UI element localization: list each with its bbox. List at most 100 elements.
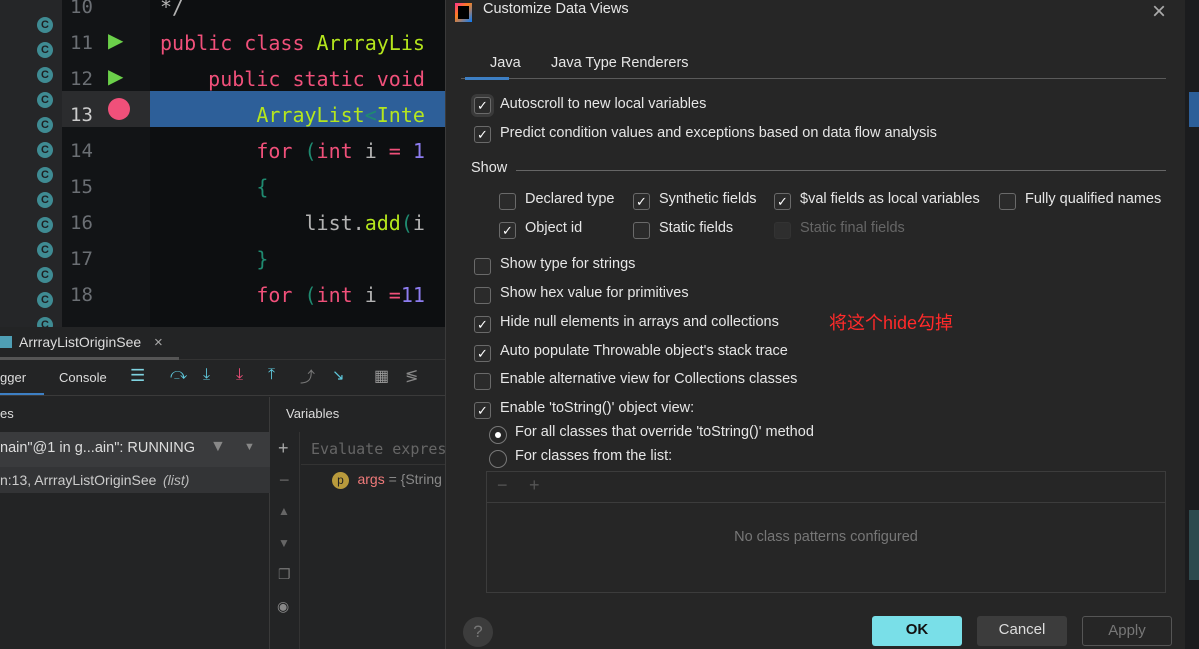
close-icon[interactable]: × [154,334,163,351]
show-checkbox[interactable] [999,193,1016,210]
dialog-title: Customize Data Views [483,1,629,17]
watch-icon[interactable]: ◉ [277,598,289,615]
show-checkbox[interactable] [499,193,516,210]
show-checkbox[interactable] [633,222,650,239]
option-label: Hide null elements in arrays and collect… [500,314,779,330]
tab-debugger[interactable]: gger [0,370,26,385]
class-icon[interactable]: C [37,167,53,183]
up-icon[interactable]: ▲ [278,504,290,518]
option-checkbox[interactable]: ✓ [474,402,491,419]
class-icon[interactable]: C [37,217,53,233]
layout-icon[interactable]: ☰ [130,366,145,386]
option-checkbox[interactable] [474,258,491,275]
code-line[interactable]: ArrayList<Inte [160,103,445,127]
class-icon[interactable]: C [37,292,53,308]
code-token: for [160,139,305,163]
breakpoint-icon[interactable] [108,98,130,120]
show-label: Object id [525,220,583,236]
thread-selector[interactable]: nain"@1 in g...ain": RUNNING ▼ ▼ [0,432,270,467]
code-line[interactable]: for (int i = 1 [160,139,445,163]
step-into-icon[interactable]: ⤓ [203,366,210,384]
remove-icon[interactable]: − [497,475,508,496]
code-token: 11 [400,283,425,307]
code-token: = [376,139,413,163]
run-icon[interactable]: ▶ [108,28,123,53]
class-icon[interactable]: C [37,142,53,158]
autoscroll-checkbox[interactable]: ✓ [474,97,491,114]
drop-frame-icon[interactable]: ⤴ [300,366,315,387]
evaluate-input[interactable]: Evaluate expres [301,432,447,465]
code-line[interactable]: public static void [160,67,445,91]
chevron-down-icon[interactable]: ▼ [244,441,255,453]
variable-row[interactable]: p args = {String [332,471,442,489]
trace-icon[interactable]: ≶ [405,366,418,386]
option-label: Auto populate Throwable object's stack t… [500,343,788,359]
active-tab-indicator [465,77,509,80]
run-tab[interactable]: ArrrayListOriginSee [19,334,141,350]
help-button[interactable]: ? [463,617,493,647]
option-checkbox[interactable] [474,373,491,390]
add-icon[interactable]: + [529,475,540,496]
toString-radio[interactable] [489,450,507,468]
class-icon[interactable]: C [37,267,53,283]
add-icon[interactable]: + [278,438,289,459]
project-tree[interactable]: CCCCCCCCCCCCC [0,0,62,333]
class-icon[interactable]: C [37,17,53,33]
show-checkbox[interactable]: ✓ [499,222,516,239]
run-to-cursor-icon[interactable]: ↘ [332,366,345,384]
show-label: $val fields as local variables [800,191,980,207]
tab-divider [461,78,1166,79]
predict-checkbox[interactable]: ✓ [474,126,491,143]
class-icon[interactable]: C [37,67,53,83]
evaluate-placeholder: Evaluate expres [311,440,447,458]
debug-panel: ArrrayListOriginSee × gger Console ☰ ⤼ ⤓… [0,327,447,649]
debug-toolbar: gger Console ☰ ⤼ ⤓ ⤓ ⤒ ⤴ ↘ ▦ ≶ [0,360,445,396]
variable-name: args [357,471,385,487]
stack-frame[interactable]: n:13, ArrrayListOriginSee (list) [0,467,270,493]
copy-icon[interactable]: ❐ [278,566,291,583]
code-line[interactable]: public class ArrrayLis [160,31,445,55]
filter-icon[interactable]: ▼ [210,438,226,456]
line-number: 17 [70,248,93,270]
option-label: Enable 'toString()' object view: [500,400,695,416]
evaluate-icon[interactable]: ▦ [374,366,389,386]
option-label: Show hex value for primitives [500,285,689,301]
option-checkbox[interactable]: ✓ [474,316,491,333]
thread-label: nain"@1 in g...ain": RUNNING [0,440,196,456]
apply-button[interactable]: Apply [1082,616,1172,646]
class-icon[interactable]: C [37,92,53,108]
remove-icon[interactable]: − [279,470,290,491]
code-line[interactable]: { [160,175,445,199]
show-checkbox[interactable]: ✓ [633,193,650,210]
step-over-icon[interactable]: ⤼ [170,366,187,384]
line-number: 14 [70,140,93,162]
option-checkbox[interactable]: ✓ [474,345,491,362]
show-label: Static fields [659,220,734,236]
down-icon[interactable]: ▼ [278,536,290,550]
code-token: ArrrayLis [316,31,425,55]
toString-radio[interactable] [489,426,507,444]
frame-label: n:13, ArrrayListOriginSee [0,472,157,488]
code-line[interactable]: list.add(i [160,211,445,235]
tab-java-type-renderers[interactable]: Java Type Renderers [551,55,689,71]
close-icon[interactable]: × [1152,0,1166,26]
run-icon[interactable]: ▶ [108,64,123,89]
cancel-button[interactable]: Cancel [977,616,1067,646]
class-icon[interactable]: C [37,42,53,58]
code-line[interactable]: } [160,247,445,271]
code-line[interactable]: for (int i =11 [160,283,445,307]
code-token: public static void [160,67,425,91]
show-checkbox[interactable] [774,222,791,239]
class-icon[interactable]: C [37,242,53,258]
ok-button[interactable]: OK [872,616,962,646]
force-step-into-icon[interactable]: ⤓ [236,366,243,384]
step-out-icon[interactable]: ⤒ [268,366,275,384]
option-checkbox[interactable] [474,287,491,304]
editor-scrollbar-strip[interactable] [1185,0,1199,649]
tab-console[interactable]: Console [59,370,107,385]
code-line[interactable]: */ [160,0,445,19]
class-icon[interactable]: C [37,117,53,133]
show-checkbox[interactable]: ✓ [774,193,791,210]
tab-java[interactable]: Java [490,55,521,71]
class-icon[interactable]: C [37,192,53,208]
